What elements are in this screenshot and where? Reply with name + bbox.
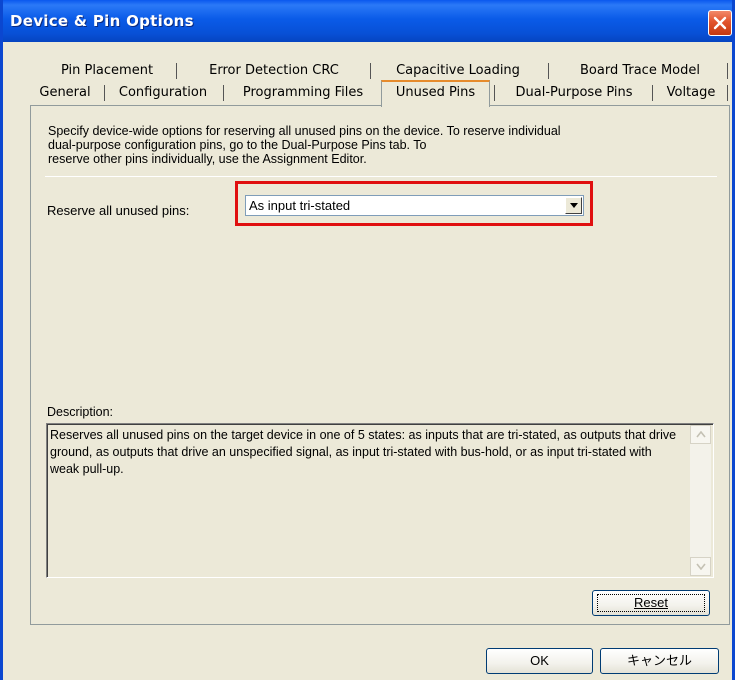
- tab-dual-purpose-pins[interactable]: Dual-Purpose Pins: [504, 82, 644, 104]
- close-button[interactable]: [708, 10, 732, 36]
- tab-voltage[interactable]: Voltage: [662, 82, 720, 104]
- bottom-border: [0, 680, 735, 684]
- tab-capacitive-loading[interactable]: Capacitive Loading: [389, 60, 527, 82]
- reset-button[interactable]: Reset: [592, 590, 710, 616]
- tab-error-detection-crc[interactable]: Error Detection CRC: [194, 60, 354, 82]
- tab-programming-files[interactable]: Programming Files: [233, 82, 373, 104]
- divider: [45, 176, 717, 177]
- title-bar[interactable]: Device & Pin Options: [3, 0, 732, 42]
- description-label: Description:: [47, 405, 113, 419]
- intro-line-3: reserve other pins individually, use the…: [48, 152, 367, 166]
- reserve-unused-pins-select[interactable]: As input tri-stated: [245, 195, 584, 216]
- scroll-down-button[interactable]: [690, 557, 711, 576]
- tab-separator: [652, 85, 653, 101]
- focus-rect: [597, 594, 705, 612]
- dropdown-button[interactable]: [565, 197, 582, 214]
- tab-unused-pins[interactable]: Unused Pins: [381, 80, 490, 107]
- tab-pin-placement[interactable]: Pin Placement: [57, 60, 157, 82]
- tab-board-trace-model[interactable]: Board Trace Model: [570, 60, 710, 82]
- description-scrollbar[interactable]: [690, 425, 711, 576]
- intro-line-2: dual-purpose configuration pins, go to t…: [48, 138, 427, 152]
- ok-button[interactable]: OK: [486, 648, 593, 674]
- select-value: As input tri-stated: [249, 198, 351, 213]
- window-title: Device & Pin Options: [10, 12, 194, 30]
- tab-separator: [727, 85, 728, 101]
- scroll-up-button[interactable]: [690, 425, 711, 444]
- intro-text: Specify device-wide options for reservin…: [48, 124, 718, 166]
- tab-configuration[interactable]: Configuration: [114, 82, 212, 104]
- tab-separator: [104, 85, 105, 101]
- tab-separator: [494, 85, 495, 101]
- cancel-button[interactable]: キャンセル: [600, 648, 719, 674]
- intro-line-1: Specify device-wide options for reservin…: [48, 124, 561, 138]
- tab-general[interactable]: General: [35, 82, 95, 104]
- tab-separator: [548, 63, 549, 79]
- reserve-unused-pins-label: Reserve all unused pins:: [47, 203, 190, 218]
- tab-separator: [727, 63, 728, 79]
- tab-separator: [176, 63, 177, 79]
- tab-separator: [223, 85, 224, 101]
- description-text: Reserves all unused pins on the target d…: [50, 428, 677, 476]
- tab-separator: [370, 63, 371, 79]
